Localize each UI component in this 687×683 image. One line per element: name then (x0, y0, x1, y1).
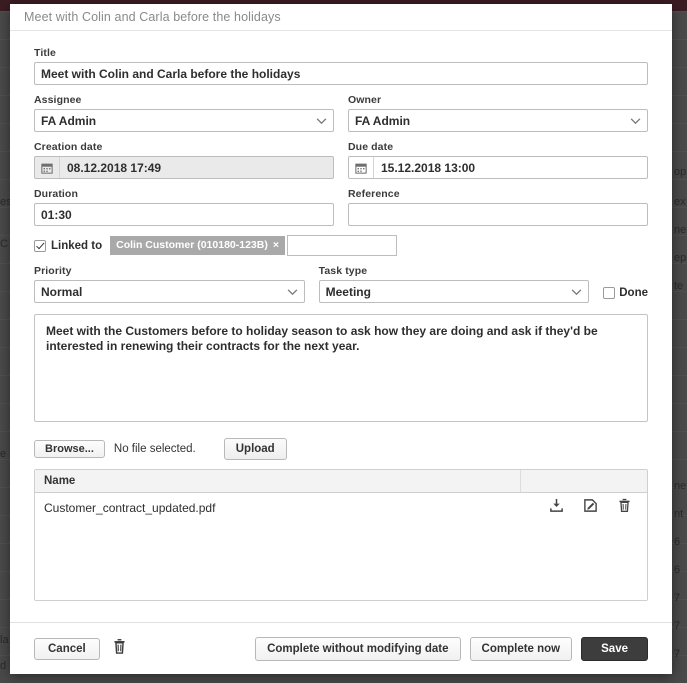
assignee-value: FA Admin (41, 113, 97, 128)
reference-field-group: Reference (348, 188, 648, 226)
title-input[interactable] (34, 62, 648, 85)
upload-button[interactable]: Upload (223, 438, 287, 460)
linked-entity-token[interactable]: Colin Customer (010180-123B) × (110, 236, 285, 255)
assignee-field-group: Assignee FA Admin (34, 94, 334, 132)
due-date-label: Due date (348, 141, 394, 153)
priority-select[interactable]: Normal (34, 280, 305, 303)
browse-button[interactable]: Browse... (34, 440, 105, 458)
cancel-button[interactable]: Cancel (34, 637, 100, 660)
chevron-down-icon (571, 288, 582, 295)
linked-to-checkbox[interactable] (34, 239, 46, 252)
chevron-down-icon (316, 117, 327, 124)
reference-label: Reference (348, 188, 400, 200)
calendar-icon[interactable] (349, 157, 374, 178)
chevron-down-icon (287, 288, 297, 295)
dialog-title: Meet with Colin and Carla before the hol… (24, 10, 281, 24)
delete-task-trash-icon[interactable] (112, 638, 127, 660)
table-row[interactable]: Customer_contract_updated.pdf (35, 493, 647, 523)
task-type-label: Task type (318, 265, 368, 277)
calendar-icon (35, 157, 60, 178)
attachment-actions (549, 498, 638, 518)
chevron-down-icon (630, 117, 641, 124)
duration-input[interactable] (34, 203, 334, 226)
remove-token-icon[interactable]: × (273, 239, 279, 251)
assignee-label: Assignee (34, 94, 82, 106)
linked-to-row: Linked to Colin Customer (010180-123B) × (34, 235, 648, 256)
owner-select[interactable]: FA Admin (348, 109, 648, 132)
priority-field-group: Priority Normal (34, 265, 305, 303)
complete-now-button[interactable]: Complete now (469, 636, 573, 661)
linked-to-token-box: Colin Customer (010180-123B) × (110, 235, 397, 256)
priority-tasktype-row: Priority Normal Task type Meeting Done (34, 265, 648, 303)
task-type-select[interactable]: Meeting (318, 280, 590, 303)
footer-left-actions: Cancel (34, 637, 127, 660)
complete-without-modifying-date-button[interactable]: Complete without modifying date (255, 636, 461, 661)
done-field-group: Done (603, 287, 648, 303)
attachments-table: Name Customer_contract_updated.pdf (34, 469, 648, 601)
dialog-body: Title Assignee FA Admin Owner FA Admin (10, 31, 672, 601)
edit-icon[interactable] (583, 498, 598, 518)
duration-label: Duration (34, 188, 78, 200)
column-header-name: Name (35, 470, 521, 492)
priority-value: Normal (41, 284, 83, 299)
title-field-group: Title (34, 47, 648, 85)
creation-date-label: Creation date (34, 141, 103, 153)
assignee-owner-row: Assignee FA Admin Owner FA Admin (34, 94, 648, 132)
creation-date-value: 08.12.2018 17:49 (67, 160, 162, 175)
done-label: Done (619, 287, 648, 299)
task-dialog: Meet with Colin and Carla before the hol… (10, 4, 672, 674)
linked-to-label: Linked to (51, 239, 103, 252)
dates-row: Creation date 08.12.2018 17:49 Due date … (34, 141, 648, 179)
dialog-footer: Cancel Complete without modifying date C… (10, 622, 672, 674)
trash-icon[interactable] (617, 498, 632, 518)
task-type-field-group: Task type Meeting (318, 265, 590, 303)
attachments-table-header: Name (35, 470, 647, 493)
duration-field-group: Duration (34, 188, 334, 226)
file-upload-row: Browse... No file selected. Upload (34, 438, 648, 460)
creation-date-field: 08.12.2018 17:49 (34, 156, 334, 179)
due-date-field-group: Due date 15.12.2018 13:00 (348, 141, 648, 179)
owner-label: Owner (348, 94, 382, 106)
title-label: Title (34, 47, 56, 59)
due-date-value: 15.12.2018 13:00 (381, 160, 476, 175)
linked-entity-name: Colin Customer (010180-123B) (116, 239, 268, 251)
owner-field-group: Owner FA Admin (348, 94, 648, 132)
dialog-header: Meet with Colin and Carla before the hol… (10, 4, 672, 31)
reference-input[interactable] (348, 203, 648, 226)
done-checkbox[interactable] (603, 287, 616, 299)
linked-to-input[interactable] (286, 235, 397, 256)
no-file-selected-text: No file selected. (113, 443, 196, 455)
due-date-field[interactable]: 15.12.2018 13:00 (348, 156, 648, 179)
footer-right-actions: Complete without modifying date Complete… (255, 636, 648, 661)
owner-value: FA Admin (355, 113, 411, 128)
download-icon[interactable] (549, 498, 564, 518)
task-type-value: Meeting (325, 284, 371, 299)
creation-date-field-group: Creation date 08.12.2018 17:49 (34, 141, 334, 179)
duration-reference-row: Duration Reference (34, 188, 648, 226)
save-button[interactable]: Save (581, 636, 648, 661)
description-textarea[interactable] (34, 314, 648, 422)
attachment-file-name: Customer_contract_updated.pdf (44, 501, 216, 515)
priority-label: Priority (34, 265, 72, 277)
assignee-select[interactable]: FA Admin (34, 109, 334, 132)
